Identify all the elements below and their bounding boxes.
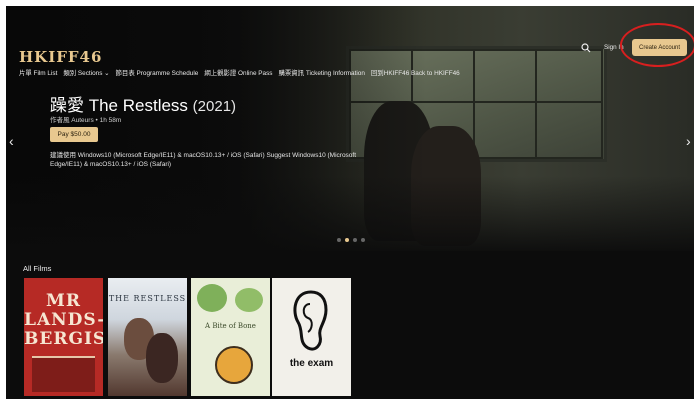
carousel-dot[interactable] — [361, 238, 365, 242]
poster-title: the exam — [289, 358, 334, 369]
nav-sections[interactable]: 類別 Sections ⌄ — [63, 68, 109, 77]
nav-ticketing-information[interactable]: 購票資訊 Ticketing Information — [279, 68, 365, 77]
nav-back-to-hkiff[interactable]: 回到HKIFF46 Back to HKIFF46 — [371, 68, 460, 77]
film-title: 躁愛 The Restless (2021) — [50, 91, 236, 116]
film-year: (2021) — [192, 98, 237, 115]
hero-banner: HKIFF46 片單 Film List 類別 Sections ⌄ 節目表 P… — [6, 6, 694, 251]
nav-online-pass[interactable]: 網上觀影證 Online Pass — [204, 68, 272, 77]
hkiff-logo[interactable]: HKIFF46 — [19, 48, 102, 66]
nav-programme-schedule[interactable]: 節目表 Programme Schedule — [116, 68, 199, 77]
main-nav: 片單 Film List 類別 Sections ⌄ 節目表 Programme… — [19, 68, 460, 77]
nav-film-list[interactable]: 片單 Film List — [19, 68, 57, 77]
poster-title: MR LANDS-BERGIS — [24, 291, 103, 349]
poster-title: THE RESTLESS — [108, 294, 187, 303]
poster-mr-landsbergis[interactable]: MR LANDS-BERGIS — [24, 278, 103, 396]
film-title-text: 躁愛 The Restless — [50, 96, 188, 115]
all-films-heading: All Films — [23, 264, 52, 273]
browser-suggestion-note: 建議使用 Windows10 (Microsoft Edge/IE11) & m… — [50, 152, 357, 168]
carousel-dot-active[interactable] — [345, 238, 349, 242]
carousel-dot[interactable] — [353, 238, 357, 242]
pay-button[interactable]: Pay $50.00 — [50, 127, 98, 142]
carousel-dot[interactable] — [337, 238, 341, 242]
ear-icon — [293, 290, 328, 351]
app-frame: HKIFF46 片單 Film List 類別 Sections ⌄ 節目表 P… — [6, 6, 694, 399]
red-annotation-circle — [620, 23, 694, 67]
poster-the-restless[interactable]: THE RESTLESS — [108, 278, 187, 396]
next-arrow-icon[interactable]: › — [686, 134, 691, 148]
search-icon[interactable] — [581, 43, 591, 53]
film-meta: 作者風 Auteurs • 1h 58m — [50, 117, 122, 124]
poster-title: A Bite of Bone — [205, 322, 256, 330]
carousel-dots — [337, 238, 365, 242]
poster-a-bite-of-bone[interactable]: A Bite of Bone — [191, 278, 270, 396]
prev-arrow-icon[interactable]: ‹ — [9, 134, 14, 148]
poster-the-exam[interactable]: the exam — [272, 278, 351, 396]
